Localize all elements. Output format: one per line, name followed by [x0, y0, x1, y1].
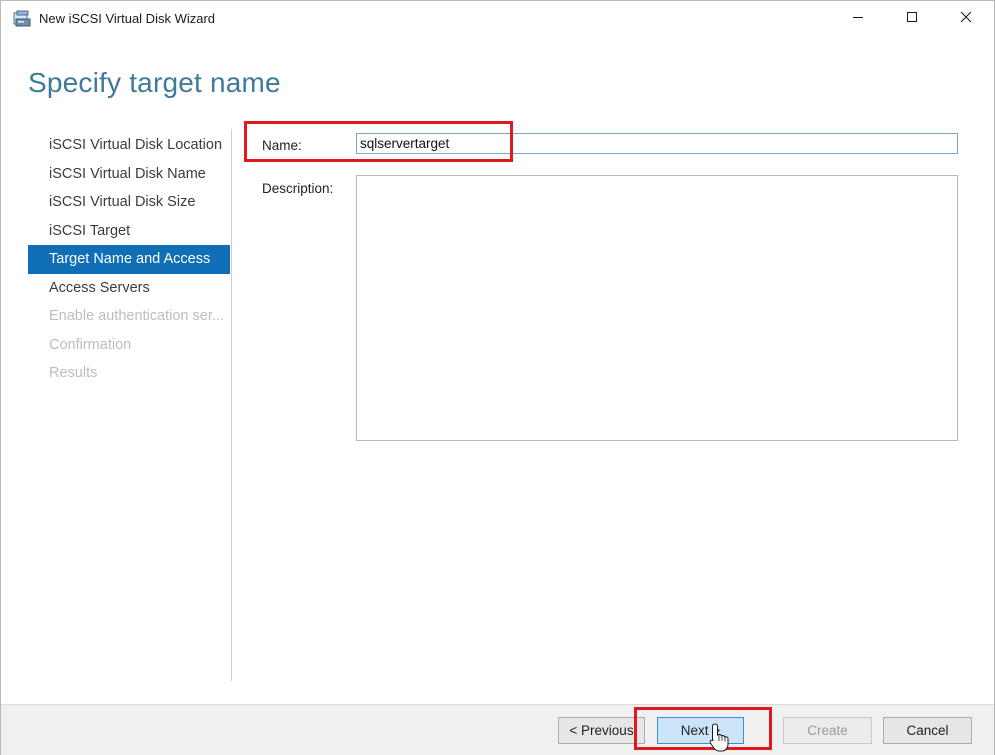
minimize-icon — [852, 10, 864, 28]
nav-step-disk-name[interactable]: iSCSI Virtual Disk Name — [28, 160, 230, 189]
nav-step-iscsi-target[interactable]: iSCSI Target — [28, 217, 230, 246]
cancel-button[interactable]: Cancel — [883, 717, 972, 744]
close-button[interactable] — [943, 1, 989, 37]
nav-divider — [231, 129, 232, 681]
hand-cursor-icon — [709, 723, 731, 755]
nav-step-confirmation: Confirmation — [49, 336, 132, 353]
next-highlight-box — [634, 707, 772, 750]
close-icon — [960, 10, 972, 28]
title-bar: New iSCSI Virtual Disk Wizard — [1, 1, 994, 37]
nav-step-disk-location[interactable]: iSCSI Virtual Disk Location — [28, 131, 230, 160]
create-button: Create — [783, 717, 872, 744]
nav-step-target-name-access[interactable]: Target Name and Access — [28, 245, 230, 274]
maximize-button[interactable] — [889, 1, 935, 37]
nav-step-enable-authentication: Enable authentication ser... — [49, 308, 224, 324]
previous-button[interactable]: < Previous — [558, 717, 645, 744]
name-highlight-box — [244, 121, 513, 162]
nav-step-results: Results — [49, 365, 98, 381]
description-input[interactable] — [356, 175, 958, 441]
description-label: Description: — [262, 181, 334, 196]
minimize-button[interactable] — [835, 1, 881, 37]
nav-step-disk-size[interactable]: iSCSI Virtual Disk Size — [28, 188, 230, 217]
nav-step-access-servers[interactable]: Access Servers — [28, 274, 230, 303]
wizard-window: New iSCSI Virtual Disk Wizard Specify ta… — [0, 0, 995, 755]
maximize-icon — [906, 10, 918, 28]
page-title: Specify target name — [28, 67, 281, 98]
wizard-steps-nav: iSCSI Virtual Disk Location iSCSI Virtua… — [28, 131, 230, 388]
window-title: New iSCSI Virtual Disk Wizard — [39, 11, 216, 26]
disk-wizard-icon — [13, 10, 31, 27]
